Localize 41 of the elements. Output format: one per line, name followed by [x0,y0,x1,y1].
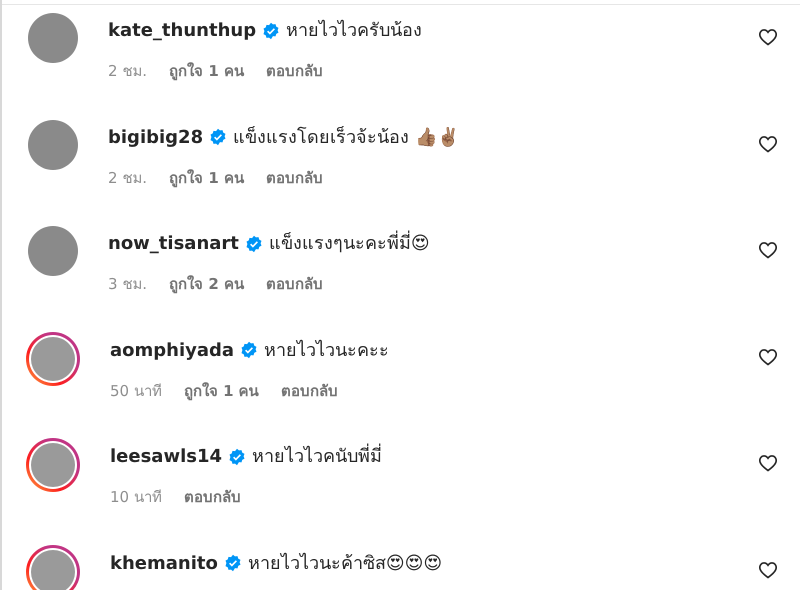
reply-link[interactable]: ตอบกลับ [280,380,338,402]
avatar-placeholder[interactable] [28,13,78,63]
username[interactable]: aomphiyada [110,336,234,364]
reply-link[interactable]: ตอบกลับ [266,273,323,296]
username[interactable]: khemanito [110,550,218,576]
story-ring[interactable] [26,438,80,492]
avatar-placeholder [31,443,75,487]
story-ring[interactable] [26,332,80,386]
likes-count[interactable]: ถูกใจ 1 คน [169,60,244,82]
reply-link[interactable]: ตอบกลับ [266,166,323,189]
story-ring[interactable] [26,544,80,590]
comment-text: หายไวไวนะค้าซิส😍😍😍 [248,552,442,576]
username[interactable]: kate_thunthup [108,17,256,44]
heart-icon[interactable] [758,134,778,154]
heart-icon[interactable] [758,27,778,47]
username[interactable]: leesawls14 [110,443,222,470]
comment-text: หายไวไวนะคะะ [264,338,390,362]
comment-time: 2 ชม. [108,61,148,82]
avatar-placeholder[interactable] [28,120,78,170]
comment-time: 3 ชม. [108,274,148,295]
username[interactable]: bigibig28 [108,124,204,150]
avatar-placeholder[interactable] [28,226,78,276]
reply-link[interactable]: ตอบกลับ [266,60,323,82]
comment-text: แข็งแรงๆนะคะพี่มี่😍 [268,230,430,257]
reply-link[interactable]: ตอบกลับ [184,486,241,508]
avatar-placeholder [31,550,75,590]
heart-icon[interactable] [758,240,778,260]
likes-count[interactable]: ถูกใจ 2 คน [169,273,244,296]
username[interactable]: now_tisanart [108,230,239,257]
comment-time: 50 นาที [110,380,162,402]
comment-time: 10 นาที [110,487,162,508]
comment-text: หายไวไวคนับพี่มี่ [252,443,382,470]
comment-text: หายไวไวครับน้อง [286,18,422,43]
likes-count[interactable]: ถูกใจ 1 คน [169,166,244,189]
heart-icon[interactable] [758,453,778,473]
comment-text: แข็งแรงโดยเร็วจ้ะน้อง 👍🏽✌🏽 [233,125,459,150]
likes-count[interactable]: ถูกใจ 1 คน [184,380,259,402]
heart-icon[interactable] [758,346,778,366]
comment-time: 2 ชม. [108,168,148,188]
avatar-placeholder [31,336,75,380]
heart-icon[interactable] [758,560,778,580]
